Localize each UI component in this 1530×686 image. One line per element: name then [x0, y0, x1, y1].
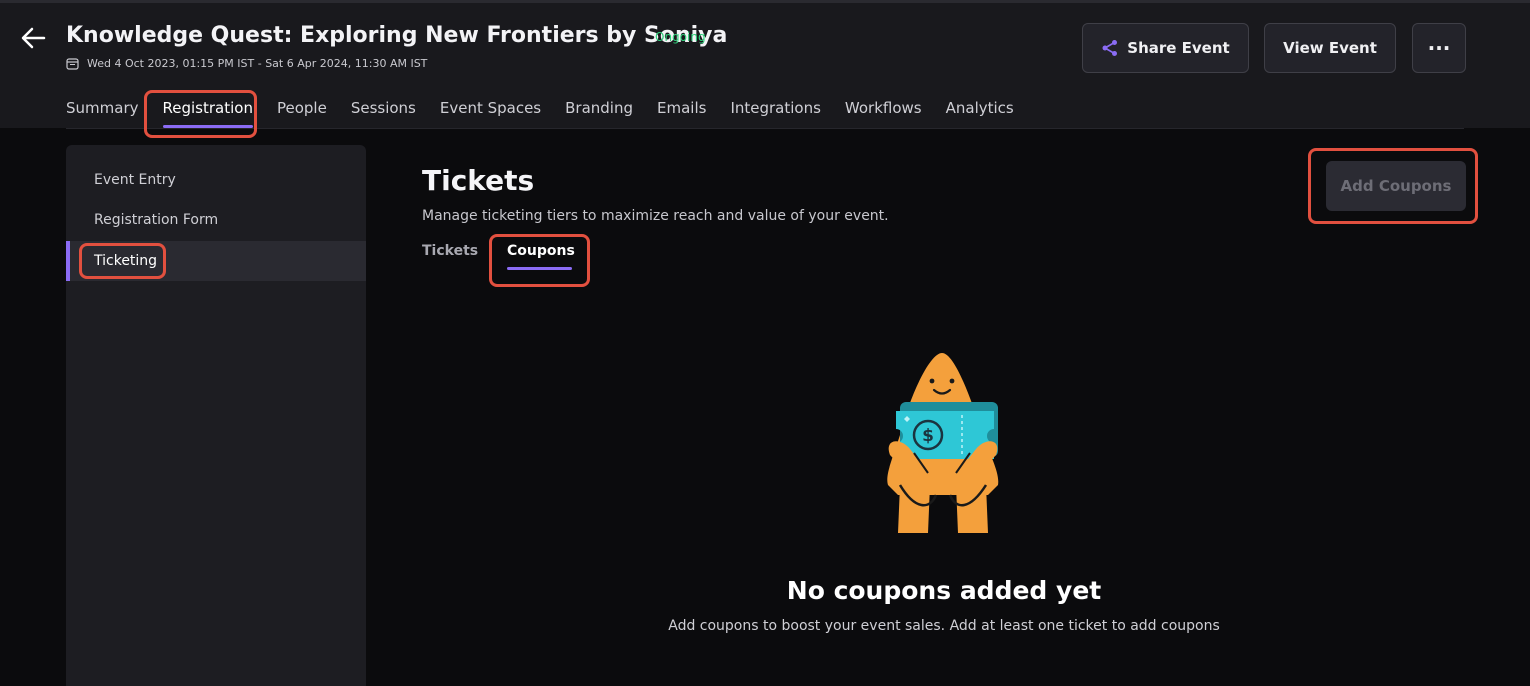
tab-branding[interactable]: Branding — [565, 99, 633, 127]
page-subtitle: Manage ticketing tiers to maximize reach… — [422, 208, 889, 224]
tab-workflows[interactable]: Workflows — [845, 99, 922, 127]
tab-summary[interactable]: Summary — [66, 99, 139, 127]
subtab-active-indicator — [507, 267, 572, 270]
share-event-label: Share Event — [1127, 39, 1230, 57]
tab-registration[interactable]: Registration — [162, 99, 254, 128]
subtab-tickets[interactable]: Tickets — [422, 243, 478, 259]
status-badge: Ongoing — [655, 30, 706, 44]
tab-integrations[interactable]: Integrations — [730, 99, 820, 127]
event-tabs: Summary Registration People Sessions Eve… — [66, 99, 1038, 128]
view-event-button[interactable]: View Event — [1264, 23, 1396, 73]
sidebar-item-registration-form[interactable]: Registration Form — [66, 200, 366, 240]
subtab-coupons[interactable]: Coupons — [507, 243, 575, 259]
svg-text:$: $ — [922, 426, 934, 446]
calendar-icon — [66, 58, 79, 70]
empty-state-subtitle: Add coupons to boost your event sales. A… — [668, 618, 1220, 634]
mascot-ticket-illustration: $ — [887, 353, 999, 533]
event-dates-text: Wed 4 Oct 2023, 01:15 PM IST - Sat 6 Apr… — [87, 57, 428, 70]
share-event-button[interactable]: Share Event — [1082, 23, 1249, 73]
sidebar-item-ticketing[interactable]: Ticketing — [66, 241, 366, 281]
tab-event-spaces[interactable]: Event Spaces — [440, 99, 541, 127]
event-dates: Wed 4 Oct 2023, 01:15 PM IST - Sat 6 Apr… — [66, 57, 427, 70]
page-title: Tickets — [422, 164, 535, 197]
add-coupons-button[interactable]: Add Coupons — [1326, 161, 1466, 211]
event-title: Knowledge Quest: Exploring New Frontiers… — [66, 23, 728, 48]
more-options-button[interactable]: ··· — [1412, 23, 1466, 73]
tab-emails[interactable]: Emails — [657, 99, 706, 127]
sidebar-item-event-entry[interactable]: Event Entry — [66, 160, 366, 200]
back-arrow-icon[interactable] — [18, 23, 48, 53]
share-icon — [1102, 40, 1118, 56]
tab-analytics[interactable]: Analytics — [946, 99, 1014, 127]
tabs-divider — [66, 128, 1464, 129]
tab-sessions[interactable]: Sessions — [351, 99, 416, 127]
tab-people[interactable]: People — [277, 99, 327, 127]
event-header: Knowledge Quest: Exploring New Frontiers… — [0, 3, 1530, 128]
highlight-coupons-subtab — [489, 234, 590, 287]
registration-sidebar: Event Entry Registration Form Ticketing — [66, 145, 366, 686]
empty-state-title: No coupons added yet — [786, 576, 1102, 605]
